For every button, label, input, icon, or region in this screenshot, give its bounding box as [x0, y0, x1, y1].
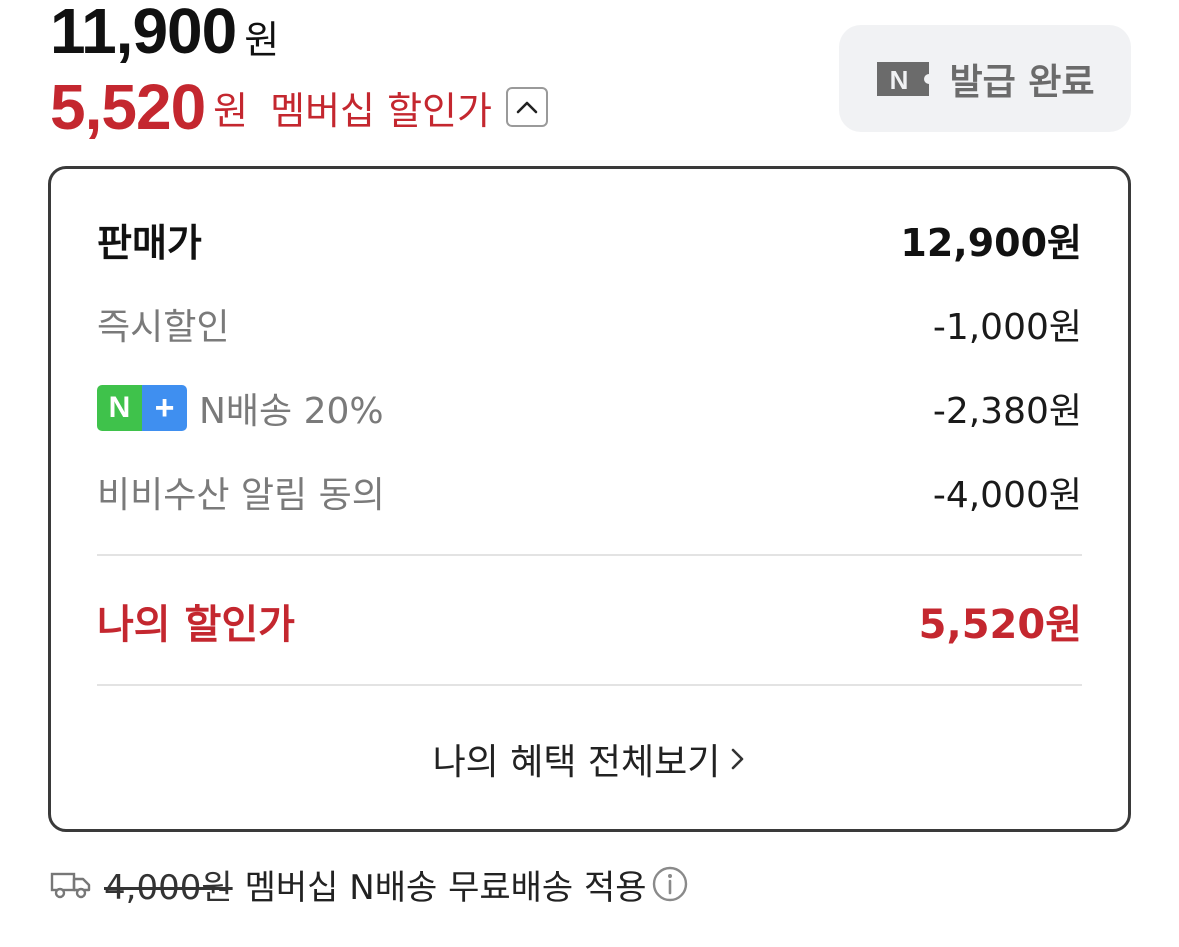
naver-n-badge-part: N — [97, 385, 142, 431]
member-price: 5,520 원 멤버십 할인가 — [50, 70, 548, 144]
member-price-label: 멤버십 할인가 — [270, 88, 492, 133]
view-all-benefits-link[interactable]: 나의 혜택 전체보기 — [51, 731, 1128, 787]
divider — [97, 554, 1082, 556]
my-discount-price-label: 나의 할인가 — [97, 602, 295, 648]
price-breakdown-card: 판매가 12,900원 즉시할인 -1,000원 N + N배송 20% -2,… — [48, 166, 1131, 832]
my-discount-price-row: 나의 할인가 5,520원 — [97, 593, 1082, 649]
discount-label: N배송 20% — [199, 391, 384, 432]
free-shipping-text: 멤버십 N배송 무료배송 적용 — [244, 867, 647, 908]
divider — [97, 684, 1082, 686]
info-icon[interactable] — [651, 865, 689, 903]
original-price-unit: 원 — [244, 18, 280, 62]
discount-row-notification: 비비수산 알림 동의 -4,000원 — [97, 467, 1082, 517]
svg-text:N: N — [890, 65, 909, 95]
naver-plus-badge: N + — [97, 385, 187, 431]
member-price-value: 5,520 — [50, 71, 206, 143]
base-price-label: 판매가 — [97, 220, 202, 265]
shipping-info: 4,000원 멤버십 N배송 무료배송 적용 — [50, 856, 689, 912]
base-price-row: 판매가 12,900원 — [97, 213, 1082, 265]
base-price-value: 12,900원 — [900, 220, 1082, 265]
coupon-issued-button[interactable]: N 발급 완료 — [839, 25, 1131, 132]
discount-row-instant: 즉시할인 -1,000원 — [97, 299, 1082, 349]
collapse-breakdown-button[interactable] — [505, 87, 548, 127]
discount-value: -4,000원 — [932, 475, 1082, 516]
original-price-value: 11,900 — [50, 0, 237, 67]
chevron-up-icon — [516, 101, 538, 114]
view-all-benefits-label: 나의 혜택 전체보기 — [432, 742, 721, 783]
original-shipping-fee: 4,000원 — [104, 867, 233, 908]
discount-value: -2,380원 — [932, 391, 1082, 432]
original-price: 11,900 원 — [50, 0, 279, 68]
discount-label: 비비수산 알림 동의 — [97, 475, 385, 516]
discount-label-group: N + N배송 20% — [97, 382, 384, 434]
discount-value: -1,000원 — [932, 307, 1082, 348]
discount-row-n-delivery: N + N배송 20% -2,380원 — [97, 383, 1082, 433]
truck-icon — [50, 872, 91, 899]
naver-n-icon: N — [877, 61, 930, 96]
discount-label: 즉시할인 — [97, 307, 230, 348]
member-price-unit: 원 — [213, 88, 249, 133]
coupon-issued-label: 발급 완료 — [949, 61, 1095, 103]
plus-badge-part: + — [142, 385, 187, 431]
my-discount-price-value: 5,520원 — [918, 602, 1082, 648]
chevron-right-icon — [732, 748, 744, 770]
